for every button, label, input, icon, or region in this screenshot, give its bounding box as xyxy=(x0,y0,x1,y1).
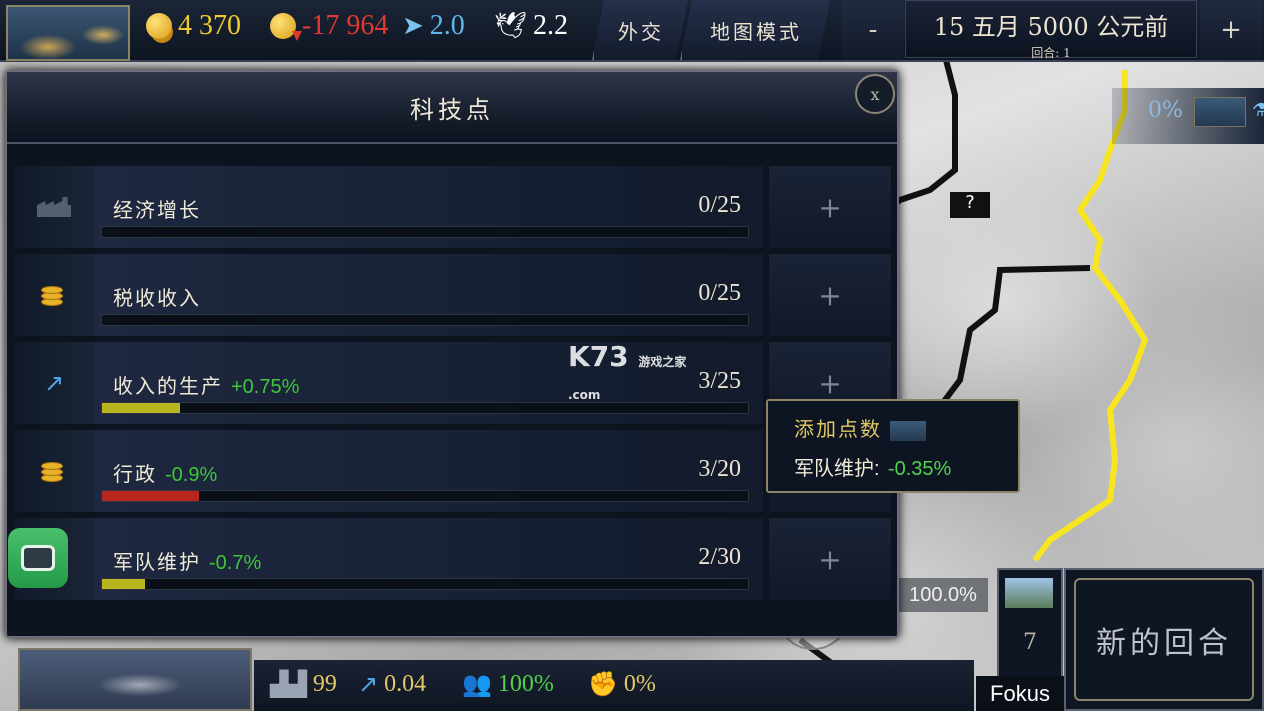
date-display: 15 五月 5000 公元前 回合: 1 xyxy=(905,0,1197,60)
row-progress-bar xyxy=(101,578,749,590)
stability-value: 2.2 xyxy=(533,10,569,41)
income-value: -17 964 xyxy=(302,10,389,41)
dove-icon: 🕊 xyxy=(494,11,528,40)
income-stat: -17 964 xyxy=(270,10,388,42)
flag-icon xyxy=(890,420,926,441)
row-count: 3/25 xyxy=(698,368,741,394)
add-point-button[interactable]: + xyxy=(769,254,891,336)
row-modifier: +0.75% xyxy=(231,376,300,398)
tech-row-administration: 行政-0.9% 3/20 + xyxy=(11,430,891,516)
top-bar: 4 370 -17 964 ➤ 2.0 🕊 2.2 外交 地图模式 - 15 五… xyxy=(0,0,1264,62)
new-turn-label: 新的回合 xyxy=(1074,578,1254,701)
world-minimap[interactable] xyxy=(6,5,130,61)
unknown-city-marker[interactable]: ? xyxy=(950,192,990,218)
close-button[interactable]: x xyxy=(855,74,895,114)
factory-icon xyxy=(37,197,71,217)
row-icon-cell xyxy=(15,254,93,336)
row-body: 行政 -0.9% 3/20 xyxy=(93,430,763,512)
tech-row-tax-income: 税收收入 0/25 + xyxy=(11,254,891,340)
progress-fill xyxy=(102,491,199,501)
progress-fill xyxy=(102,579,146,589)
progress-fill xyxy=(102,403,180,413)
trend-up-icon: ↗ xyxy=(358,670,379,698)
row-label: 军队维护 -0.7% xyxy=(113,550,262,574)
dialog-header: 科技点 xyxy=(7,72,897,144)
city-count: 7 xyxy=(1023,630,1037,655)
military-stat: ➤ 2.0 xyxy=(402,10,465,42)
tech-row-production: ↗ 收入的生产 +0.75% 3/25 + xyxy=(11,342,891,428)
zoom-in-button[interactable]: + xyxy=(1200,0,1262,60)
row-label: 行政 -0.9% xyxy=(113,462,218,486)
row-count: 0/25 xyxy=(698,280,741,306)
plane-icon: ➤ xyxy=(402,11,424,40)
add-point-button[interactable]: + xyxy=(769,518,891,600)
tech-points-dialog: 科技点 x 经济增长 0/25 + 税收收入 0/25 + ↗ 收入的生产 +0.… xyxy=(5,70,899,638)
city-panel[interactable]: 7 xyxy=(997,568,1063,678)
row-progress-bar xyxy=(101,314,749,326)
research-percent: 0% xyxy=(1148,98,1183,123)
new-turn-button[interactable]: 新的回合 xyxy=(1064,568,1264,711)
row-modifier: -0.9% xyxy=(165,464,218,486)
tech-row-army-upkeep: 军队维护 -0.7% 2/30 + xyxy=(11,518,891,604)
factory-icon: ▟▟ xyxy=(270,672,307,698)
flask-icon: ⚗ xyxy=(1252,100,1264,121)
gold-coins-icon xyxy=(146,13,172,39)
dialog-title: 科技点 xyxy=(410,95,494,124)
row-count: 2/30 xyxy=(698,544,741,570)
stability-stat: 🕊 2.2 xyxy=(494,10,568,42)
row-icon-cell: ↗ xyxy=(15,342,93,424)
watermark-logo: K73 游戏之家 .com xyxy=(568,340,687,402)
research-strip[interactable]: 0% ⚗ xyxy=(1112,88,1264,144)
tech-row-economic-growth: 经济增长 0/25 + xyxy=(11,166,891,252)
tooltip-heading: 添加点数 xyxy=(794,413,1018,442)
row-label: 税收收入 xyxy=(113,286,201,310)
zoom-out-button[interactable]: - xyxy=(842,0,904,60)
tab-diplomacy[interactable]: 外交 xyxy=(592,0,688,60)
row-modifier: -0.7% xyxy=(209,552,262,574)
population-stat: 👥 100% xyxy=(462,670,554,698)
fist-icon: ✊ xyxy=(588,670,618,698)
row-count: 3/20 xyxy=(698,456,741,482)
row-icon-cell xyxy=(15,166,93,248)
gold-value: 4 370 xyxy=(178,10,241,41)
tab-map-mode[interactable]: 地图模式 xyxy=(680,0,830,60)
row-icon-cell xyxy=(15,430,93,512)
income-coins-icon xyxy=(270,13,296,39)
unrest-stat: ✊ 0% xyxy=(588,670,656,698)
row-body: 税收收入 0/25 xyxy=(93,254,763,336)
trend-up-icon: ↗ xyxy=(43,369,65,397)
population-icon: 👥 xyxy=(462,670,492,698)
row-body: 军队维护 -0.7% 2/30 xyxy=(93,518,763,600)
row-label: 经济增长 xyxy=(113,198,201,222)
tooltip-body: 军队维护: -0.35% xyxy=(794,458,952,480)
coins-icon xyxy=(41,458,67,484)
province-percent: 100.0% xyxy=(898,578,988,612)
gold-stat: 4 370 xyxy=(146,10,241,42)
row-body: 经济增长 0/25 xyxy=(93,166,763,248)
coins-icon xyxy=(41,282,67,308)
row-progress-bar xyxy=(101,490,749,502)
military-value: 2.0 xyxy=(429,10,465,41)
add-points-tooltip: 添加点数 军队维护: -0.35% xyxy=(766,399,1020,493)
fokus-label[interactable]: Fokus xyxy=(976,676,1064,711)
tooltip-value: -0.35% xyxy=(887,458,952,480)
city-thumbnail xyxy=(1005,578,1053,608)
row-label: 收入的生产 +0.75% xyxy=(113,374,300,398)
row-progress-bar xyxy=(101,226,749,238)
industry-stat: ▟▟ 99 xyxy=(270,671,337,698)
growth-stat: ↗ 0.04 xyxy=(358,670,427,698)
current-date: 15 五月 5000 公元前 xyxy=(933,13,1169,41)
world-flag-icon xyxy=(1194,97,1246,127)
region-minimap[interactable] xyxy=(18,648,252,711)
turn-counter: 回合: 1 xyxy=(1031,46,1071,60)
add-point-button[interactable]: + xyxy=(769,166,891,248)
assistant-robot-icon[interactable] xyxy=(8,528,68,588)
row-count: 0/25 xyxy=(698,192,741,218)
